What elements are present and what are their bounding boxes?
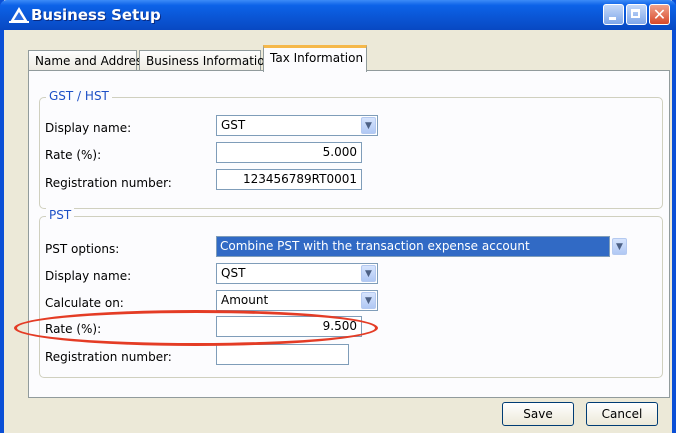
minimize-button[interactable] (603, 4, 624, 25)
maximize-button[interactable] (626, 4, 647, 25)
chevron-down-icon[interactable]: ▼ (361, 117, 376, 134)
pst-registration-label: Registration number: (45, 350, 172, 364)
gst-registration-input[interactable]: 123456789RT0001 (216, 169, 362, 190)
gst-display-name-label: Display name: (45, 121, 132, 135)
minimize-icon (609, 17, 616, 20)
highlight-annotation (14, 310, 378, 346)
pst-options-value: Combine PST with the transaction expense… (220, 239, 530, 253)
pst-display-name-value: QST (221, 266, 246, 280)
cancel-button[interactable]: Cancel (586, 402, 658, 426)
window-title: Business Setup (31, 6, 161, 24)
pst-calculate-on-label: Calculate on: (45, 296, 124, 310)
accounting-logo-icon (9, 7, 29, 23)
pst-group-label: PST (46, 208, 75, 222)
gst-rate-label: Rate (%): (45, 148, 102, 162)
chevron-down-icon[interactable]: ▼ (361, 265, 376, 282)
close-icon: ✕ (652, 5, 667, 24)
business-setup-window: Business Setup ✕ Name and Address Busine… (0, 0, 676, 433)
chevron-down-icon[interactable]: ▼ (361, 292, 376, 309)
save-button[interactable]: Save (502, 402, 574, 426)
close-button[interactable]: ✕ (649, 4, 670, 25)
chevron-down-icon[interactable]: ▼ (612, 238, 627, 255)
gst-rate-input[interactable]: 5.000 (216, 142, 362, 163)
gst-display-name-value: GST (221, 118, 246, 132)
pst-calculate-on-value: Amount (221, 293, 269, 307)
pst-calculate-on-select[interactable]: Amount ▼ (216, 290, 378, 311)
tab-name-and-address[interactable]: Name and Address (28, 50, 148, 71)
pst-display-name-select[interactable]: QST ▼ (216, 263, 378, 284)
pst-display-name-label: Display name: (45, 269, 132, 283)
pst-options-select[interactable]: Combine PST with the transaction expense… (216, 236, 627, 257)
tab-tax-information[interactable]: Tax Information (263, 45, 367, 72)
gst-hst-group-label: GST / HST (46, 89, 112, 103)
pst-options-label: PST options: (45, 242, 120, 256)
gst-registration-label: Registration number: (45, 176, 172, 190)
gst-display-name-select[interactable]: GST ▼ (216, 115, 378, 136)
title-bar[interactable]: Business Setup ✕ (0, 0, 676, 30)
tab-business-information[interactable]: Business Information (139, 50, 272, 71)
maximize-icon (631, 9, 640, 18)
pst-registration-input[interactable] (216, 344, 349, 365)
